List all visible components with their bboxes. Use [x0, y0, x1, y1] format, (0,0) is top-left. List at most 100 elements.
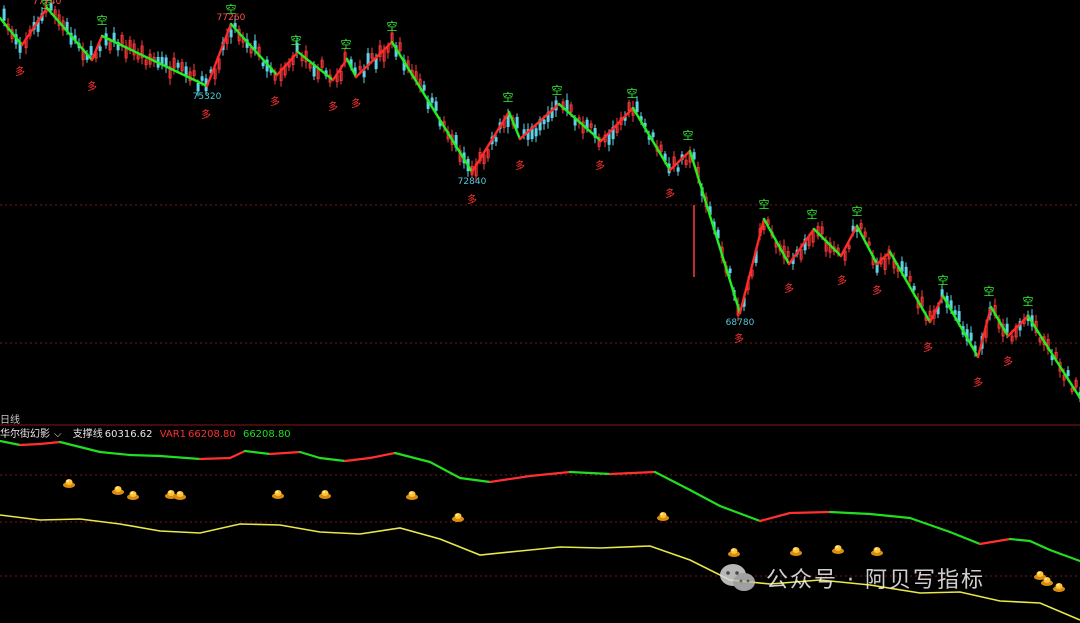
candle	[374, 57, 378, 70]
pivot-label: 77260	[217, 13, 246, 23]
var1-value: 66208.80	[188, 429, 236, 440]
zigzag-leg	[390, 40, 474, 174]
period-label: 日线	[0, 415, 20, 426]
zigzag-leg	[205, 22, 233, 88]
gold-ingot-icon	[406, 491, 418, 500]
var1-line	[828, 510, 872, 516]
zigzag-leg	[688, 149, 742, 315]
zigzag-leg	[631, 106, 672, 172]
var1-line	[908, 516, 952, 534]
var1-line	[1028, 539, 1052, 552]
wechat-icon	[720, 564, 755, 591]
pivot-label: 68780	[726, 318, 755, 328]
gold-ingot-icon	[832, 545, 844, 554]
var1-line	[458, 476, 492, 484]
buy-signal: 多	[665, 187, 675, 200]
gold-ingot-icon	[272, 490, 284, 499]
var1-line	[568, 470, 612, 476]
zigzag-leg	[928, 294, 945, 324]
price-chart[interactable]: 空空空空 空空空空 空空空空 空空空空多多多多多多多多 多多多多多多多多多7774075…	[0, 0, 1080, 623]
chart-stage: 空空空空空空空空空空空空空空空空多多多多多多多多多多多多多多多多多 77740 75…	[0, 0, 1080, 623]
var1-line	[243, 449, 272, 456]
buy-signal: 多	[201, 108, 211, 121]
var1-line	[1048, 548, 1080, 563]
zigzag-leg	[45, 6, 94, 62]
zigzag-leg	[1006, 314, 1030, 338]
sell-signal: 空	[984, 284, 995, 298]
zigzag-leg	[855, 224, 879, 266]
zigzag-leg	[976, 305, 993, 359]
sell-signal: 空	[503, 90, 514, 104]
buy-signal: 多	[837, 274, 847, 287]
zigzag-leg	[229, 22, 279, 77]
gold-ingot-icon	[452, 513, 464, 522]
buy-signal: 多	[515, 159, 525, 172]
candle	[728, 268, 732, 274]
var1-line	[98, 450, 132, 457]
var1-line	[718, 504, 762, 523]
zigzag-leg	[354, 40, 394, 79]
var1-line	[758, 511, 792, 523]
candle	[261, 62, 265, 67]
var1-line	[488, 474, 532, 484]
sell-signal: 空	[683, 128, 694, 142]
candle	[430, 97, 434, 103]
support-value: 60316.62	[104, 429, 153, 440]
zigzag-leg	[812, 227, 843, 258]
pivot-label: 72840	[458, 177, 487, 187]
candle	[229, 29, 233, 38]
zigzag-leg	[0, 16, 24, 47]
buy-signal: 多	[270, 95, 280, 108]
zigzag-leg	[941, 294, 980, 359]
sell-signal: 空	[627, 86, 638, 100]
var1-line	[298, 450, 322, 460]
candle	[112, 32, 116, 42]
var1-line	[78, 445, 102, 454]
var1-line	[978, 537, 1012, 546]
gold-ingot-icon	[112, 486, 124, 495]
pivot-label: 77740	[33, 0, 62, 7]
zigzag-leg	[470, 110, 511, 174]
support-label: 支撑线	[72, 429, 103, 440]
var1-line	[368, 451, 397, 460]
sell-signal: 空	[852, 204, 863, 218]
sell-signal: 空	[759, 197, 770, 211]
zigzag-leg	[20, 6, 49, 47]
watermark: 公众号 · 阿贝写指标	[718, 561, 985, 595]
buy-signal: 多	[351, 97, 361, 110]
indicator-header: 华尔街幻影 ⌵ 支撑线 60316.62 VAR1 66208.80 66208.80	[0, 425, 295, 440]
var1-line	[1008, 537, 1032, 543]
zigzag-leg	[557, 102, 603, 143]
buy-signal: 多	[15, 65, 25, 78]
gold-ingot-icon	[790, 547, 802, 556]
candle	[912, 285, 916, 291]
var1-line	[198, 456, 232, 461]
chevron-down-icon[interactable]: ⌵	[54, 429, 62, 440]
var1-line	[0, 439, 22, 447]
var2-value: 66208.80	[242, 429, 291, 440]
gold-ingot-icon	[657, 512, 669, 521]
buy-signal: 多	[784, 282, 794, 295]
sell-signal: 空	[291, 33, 302, 47]
sell-signal: 空	[938, 273, 949, 287]
sell-signal: 空	[97, 13, 108, 27]
gold-ingot-icon	[1053, 583, 1065, 592]
sell-signal: 空	[387, 19, 398, 33]
candle	[98, 46, 102, 52]
candle	[89, 46, 93, 56]
zigzag-leg	[738, 217, 766, 315]
indicator-name[interactable]: 华尔街幻影 ⌵	[0, 429, 66, 440]
var1-line	[948, 530, 982, 546]
candle	[2, 8, 6, 21]
sell-signal: 空	[1023, 294, 1034, 308]
candle	[196, 83, 200, 92]
gold-ingot-icon	[63, 479, 75, 488]
sell-signal: 空	[807, 207, 818, 221]
var1-line	[688, 488, 722, 508]
var1-line	[58, 440, 82, 449]
var1-label: VAR1	[159, 429, 187, 440]
gold-ingot-icon	[127, 491, 139, 500]
var1-line	[608, 470, 657, 476]
candle	[362, 70, 366, 78]
sell-signal: 空	[341, 37, 352, 51]
